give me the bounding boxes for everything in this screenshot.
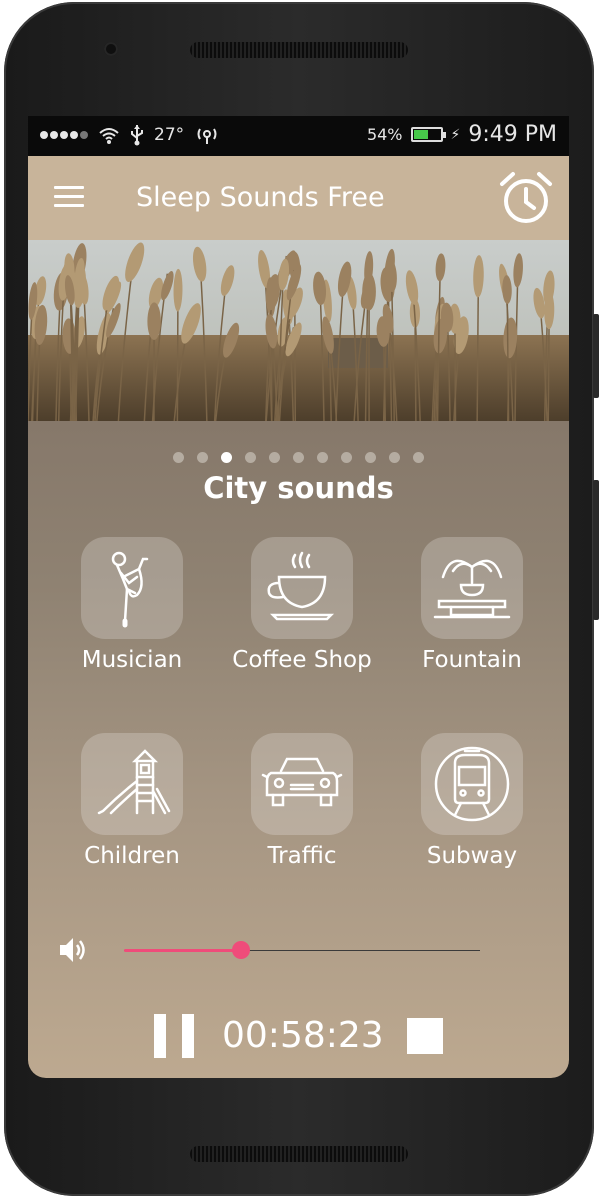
category-title: City sounds [203, 471, 394, 505]
playground-slide-icon [81, 733, 183, 835]
battery-percent: 54% [366, 125, 403, 144]
sound-panel: City sounds Musician Coffee Shop Fountai… [28, 421, 569, 1078]
sound-label: Fountain [422, 647, 522, 673]
page-dot[interactable] [269, 452, 280, 463]
bottom-speaker [190, 1146, 408, 1162]
status-clock: 9:49 PM [468, 122, 557, 147]
app-title: Sleep Sounds Free [136, 182, 385, 213]
sound-tile-subway[interactable]: Subway [387, 733, 557, 869]
saxophone-player-icon [81, 537, 183, 639]
sound-label: Coffee Shop [232, 647, 372, 673]
volume-slider-thumb[interactable] [232, 941, 251, 959]
fountain-icon [421, 537, 523, 639]
page-dot[interactable] [413, 452, 424, 463]
page-dot[interactable] [341, 452, 352, 463]
page-dot[interactable] [245, 452, 256, 463]
page-indicator [28, 452, 569, 463]
wireless-signal-icon [197, 128, 217, 144]
volume-rocker [593, 480, 599, 620]
wifi-icon [99, 128, 119, 144]
earpiece-speaker [190, 42, 408, 58]
header-photo [28, 240, 569, 421]
volume-slider-fill [124, 949, 242, 952]
screen: 27° 54% ⚡ 9:49 PM Sleep Sounds Free City… [28, 116, 569, 1078]
app-bar: Sleep Sounds Free [28, 156, 569, 240]
pause-button[interactable] [154, 1014, 194, 1058]
charging-bolt-icon: ⚡ [450, 126, 461, 143]
page-dot[interactable] [173, 452, 184, 463]
sound-tile-coffee-shop[interactable]: Coffee Shop [217, 537, 387, 673]
page-dot[interactable] [365, 452, 376, 463]
car-icon [251, 733, 353, 835]
sound-tile-children[interactable]: Children [47, 733, 217, 869]
power-button [593, 314, 599, 398]
page-dot[interactable] [317, 452, 328, 463]
sound-tile-musician[interactable]: Musician [47, 537, 217, 673]
phone-frame: 27° 54% ⚡ 9:49 PM Sleep Sounds Free City… [4, 2, 599, 1196]
sound-label: Children [84, 843, 180, 869]
pause-icon [154, 1014, 166, 1058]
page-dot[interactable] [389, 452, 400, 463]
sound-label: Traffic [267, 843, 337, 869]
page-dot[interactable] [221, 452, 232, 463]
sound-tile-fountain[interactable]: Fountain [387, 537, 557, 673]
page-dot[interactable] [293, 452, 304, 463]
pause-icon [182, 1014, 194, 1058]
stop-button[interactable] [407, 1018, 443, 1054]
signal-dots-icon [40, 131, 88, 139]
speaker-volume-icon[interactable] [56, 934, 88, 966]
front-camera [104, 42, 118, 56]
hamburger-menu-icon[interactable] [54, 186, 84, 208]
usb-icon [131, 125, 143, 146]
sound-label: Musician [81, 647, 183, 673]
temperature: 27° [154, 125, 185, 145]
status-bar: 27° 54% ⚡ 9:49 PM [28, 116, 569, 156]
sound-tile-traffic[interactable]: Traffic [217, 733, 387, 869]
subway-train-icon [421, 733, 523, 835]
alarm-clock-icon[interactable] [499, 170, 553, 226]
page-dot[interactable] [197, 452, 208, 463]
battery-icon [410, 127, 446, 142]
sound-label: Subway [426, 843, 518, 869]
coffee-cup-icon [251, 537, 353, 639]
sleep-timer: 00:58:23 [222, 1015, 384, 1056]
